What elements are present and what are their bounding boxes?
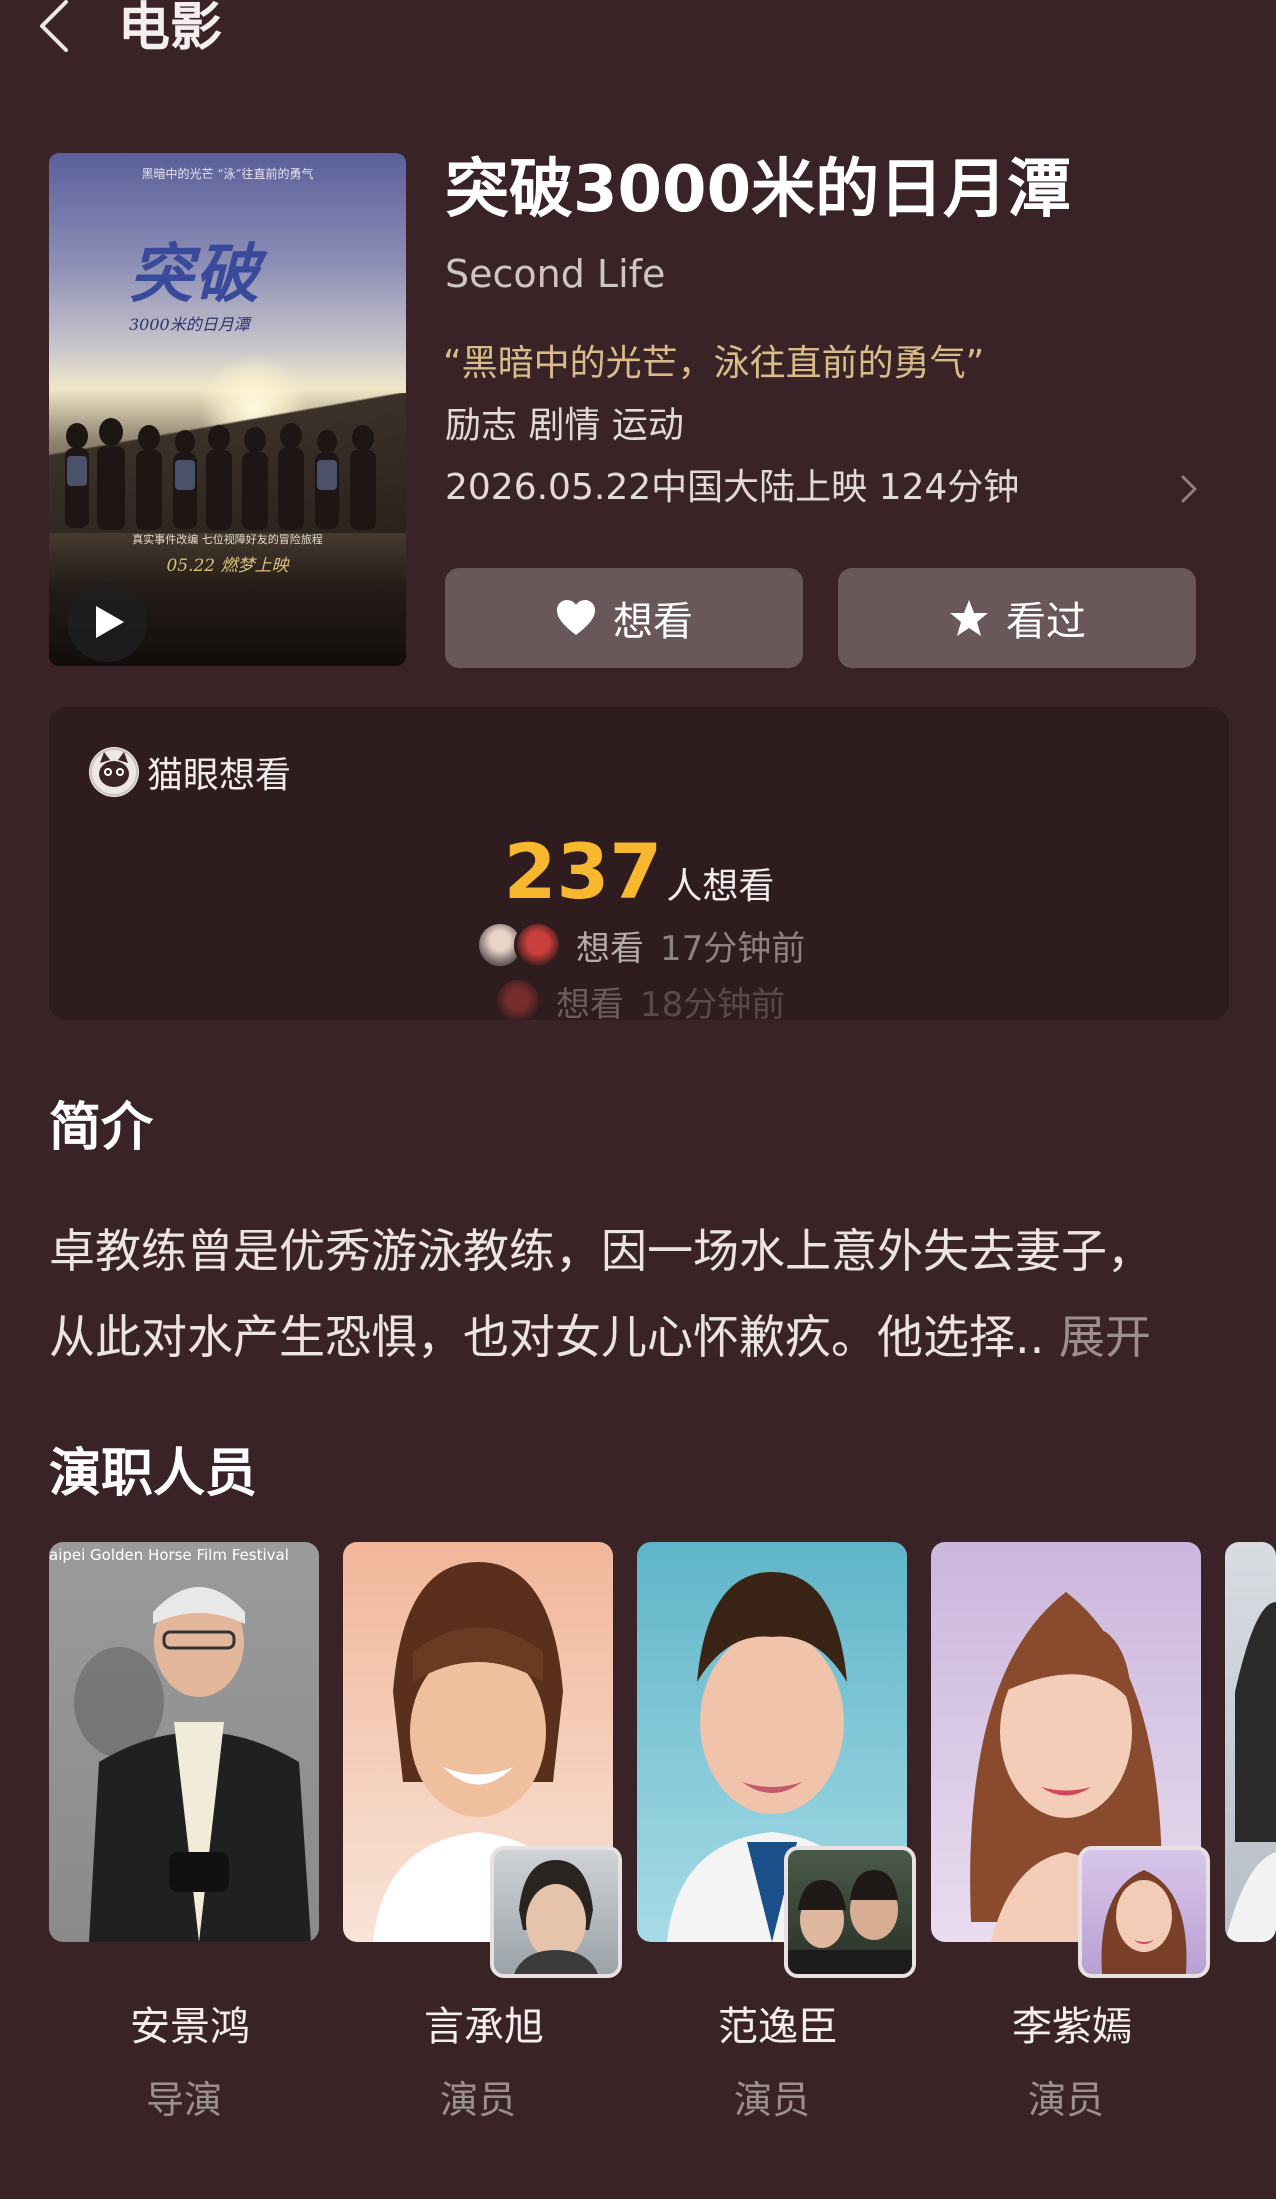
chevron-right-icon[interactable] [1178,474,1200,504]
poster-subtitle: 3000米的日月潭 [129,315,250,334]
back-button[interactable] [34,0,78,56]
synopsis-line: 卓教练曾是优秀游泳教练，因一场水上意外失去妻子， [49,1224,1153,1278]
feed-time: 18分钟前 [640,984,786,1021]
movie-poster[interactable]: 黑暗中的光芒 “泳”往直前的勇气 突破 3000米的日月潭 真实事件改编 七位视… [49,153,406,666]
cast-name: 言承旭 [424,2004,544,2050]
release-info[interactable]: 2026.05.22中国大陆上映 124分钟 [445,464,1019,512]
want-label: 想看 [613,599,693,645]
synopsis-line: 从此对水产生恐惧，也对女儿心怀歉疚。他选择.. [49,1310,1045,1364]
want-count-unit: 人想看 [666,866,775,907]
want-feed-item: 想看 18分钟前 [494,975,785,1020]
cast-role: 演员 [733,2078,810,2122]
cast-role: 导演 [145,2078,222,2122]
play-icon [96,606,124,638]
movie-tagline: “黑暗中的光芒，泳往直前的勇气” [443,343,985,384]
feed-action: 想看 [556,984,624,1021]
cast-thumb-actor-2 [490,1846,622,1978]
cat-icon [89,747,139,797]
heart-icon [557,600,595,635]
avatar [514,921,562,969]
cast-name: 安景鸿 [130,2004,250,2050]
poster-calligraphy: 突破 [129,237,261,312]
want-feed-item: 想看 17分钟前 [476,919,805,971]
person-silhouette [1225,1602,1276,1942]
want-count: 237 人想看 [49,827,1229,916]
cast-title: 演职人员 [49,1444,258,1504]
expand-link[interactable]: 展开 [1059,1310,1151,1364]
poster-top-text: 黑暗中的光芒 “泳”往直前的勇气 [141,167,314,181]
feed-action: 想看 [576,928,644,969]
seen-label: 看过 [1006,599,1086,645]
movie-english-title: Second Life [445,252,666,296]
movie-title: 突破3000米的日月潭 [445,153,1072,227]
maoyan-want-card[interactable]: 猫眼想看 237 人想看 想看 17分钟前 想看 18分钟前 [49,707,1229,1020]
feed-time: 17分钟前 [660,928,806,969]
cast-photo-director[interactable]: aipei Golden Horse Film Festival [49,1542,319,1942]
cast-name: 李紫嫣 [1012,2004,1132,2050]
chevron-left-icon [40,0,68,52]
synopsis-text[interactable]: 卓教练曾是优秀游泳教练，因一场水上意外失去妻子， 从此对水产生恐惧，也对女儿心怀… [49,1208,1229,1380]
maoyan-header: 猫眼想看 [89,747,291,797]
cast-photo-partial[interactable] [1225,1542,1276,1942]
synopsis-line-2: 从此对水产生恐惧，也对女儿心怀歉疚。他选择.. 展开 [49,1294,1229,1380]
movie-genres: 励志 剧情 运动 [445,405,684,446]
person-silhouette [74,1587,311,1942]
avatar [494,977,542,1020]
watched-button[interactable]: 看过 [838,568,1196,668]
poster-date-text: 05.22 燃梦上映 [166,556,289,576]
star-icon [950,600,988,636]
cast-role: 演员 [439,2078,516,2122]
want-to-watch-button[interactable]: 想看 [445,568,803,668]
want-count-number: 237 [503,827,663,916]
synopsis-title: 简介 [49,1098,154,1158]
cast-thumb-actor-3 [784,1846,916,1978]
page-title: 电影 [118,0,223,58]
cast-thumb-actress-4 [1078,1846,1210,1978]
maoyan-label: 猫眼想看 [147,755,292,796]
poster-bottom-text: 真实事件改编 七位视障好友的冒险旅程 [132,533,323,546]
cast-role: 演员 [1027,2078,1104,2122]
cast-name: 范逸臣 [718,2004,838,2050]
play-trailer-button[interactable] [67,582,147,662]
poster-people-silhouettes [65,418,376,530]
